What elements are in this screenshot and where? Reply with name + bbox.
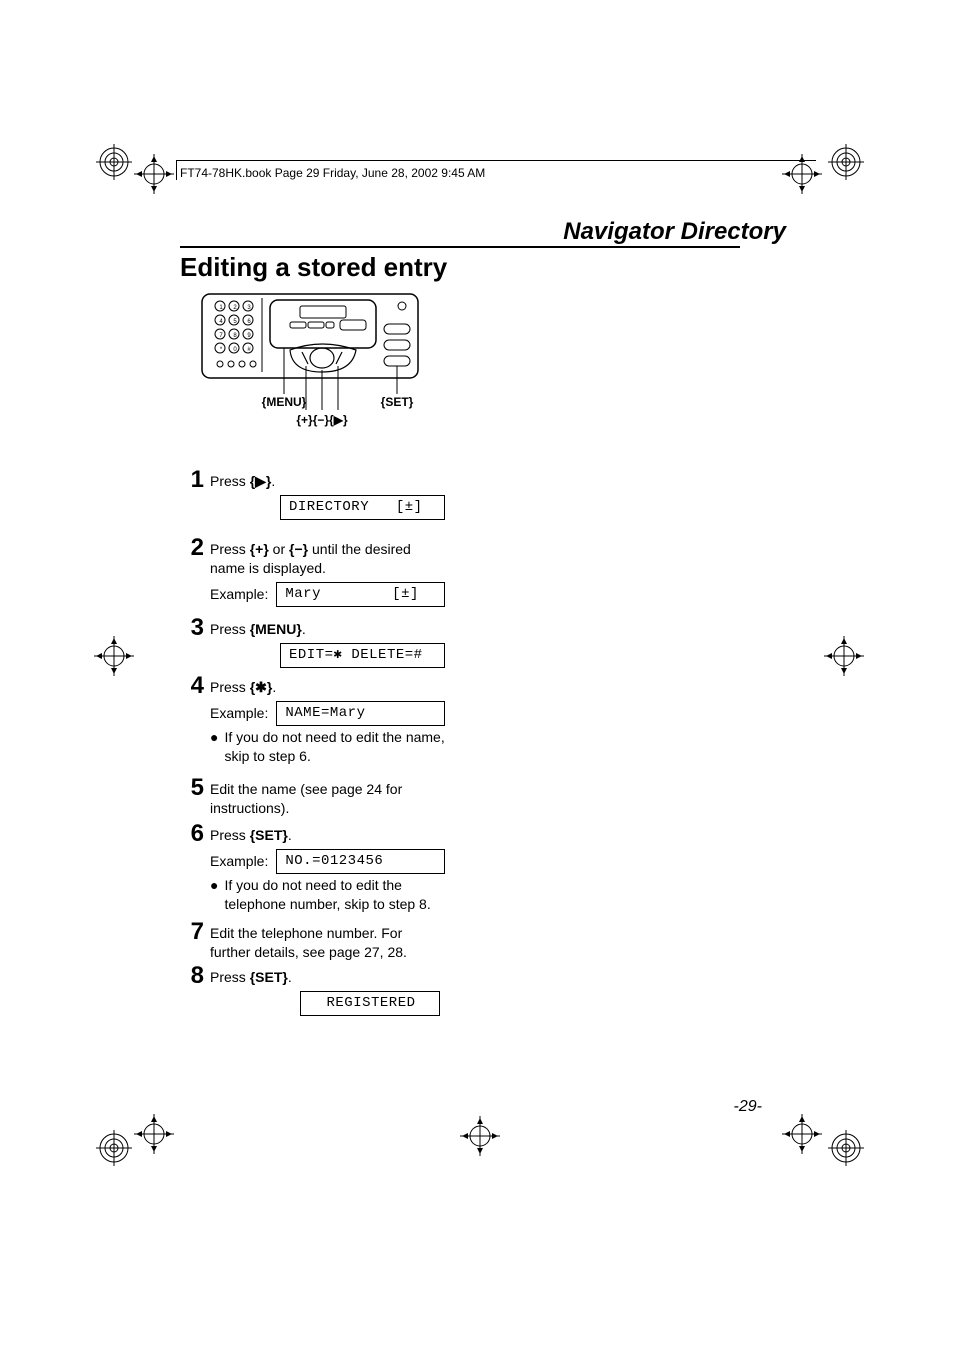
step-3-text: Press {MENU}.: [210, 620, 445, 639]
registration-crosshair-icon: [778, 150, 826, 198]
step-5-text: Edit the name (see page 24 for instructi…: [210, 780, 445, 818]
registration-crosshair-icon: [456, 1112, 504, 1160]
example-label: Example:: [210, 704, 268, 723]
section-title: Navigator Directory: [563, 218, 786, 246]
step-number: 2: [180, 534, 204, 562]
step-number: 8: [180, 962, 204, 990]
step-4-text: Press {✱}.: [210, 678, 445, 697]
lcd-display: DIRECTORY [±]: [280, 495, 445, 520]
registration-ring-icon: [96, 1130, 132, 1166]
header-line: FT74-78HK.book Page 29 Friday, June 28, …: [180, 166, 485, 180]
registration-ring-icon: [96, 144, 132, 180]
svg-text:{+}{−}{▶}: {+}{−}{▶}: [296, 413, 348, 427]
registration-ring-icon: [828, 144, 864, 180]
step-number: 3: [180, 614, 204, 642]
registration-crosshair-icon: [90, 632, 138, 680]
lcd-display: Mary [±]: [276, 582, 445, 607]
svg-text:{MENU}: {MENU}: [262, 395, 307, 409]
registration-crosshair-icon: [130, 150, 178, 198]
step-number: 5: [180, 774, 204, 802]
step-1-text: Press {▶}.: [210, 472, 445, 491]
step-6-text: Press {SET}.: [210, 826, 445, 845]
lcd-display: NAME=Mary: [276, 701, 445, 726]
section-title-underline: [180, 246, 740, 248]
lcd-display: EDIT=✱ DELETE=#: [280, 643, 445, 668]
step-8-text: Press {SET}.: [210, 968, 445, 987]
registration-crosshair-icon: [778, 1110, 826, 1158]
step-number: 6: [180, 820, 204, 848]
frame-left-rule: [176, 160, 177, 180]
step-6-bullet: ●If you do not need to edit the telephon…: [210, 876, 445, 914]
device-illustration: 123 456 789 *0#: [200, 290, 420, 435]
page-title: Editing a stored entry: [180, 252, 447, 283]
step-number: 4: [180, 672, 204, 700]
frame-top-rule: [176, 160, 816, 161]
page-number: -29-: [734, 1098, 762, 1116]
step-number: 1: [180, 466, 204, 494]
example-label: Example:: [210, 852, 268, 871]
registration-crosshair-icon: [820, 632, 868, 680]
step-number: 7: [180, 918, 204, 946]
example-label: Example:: [210, 585, 268, 604]
lcd-display: NO.=0123456: [276, 849, 445, 874]
step-4-bullet: ●If you do not need to edit the name, sk…: [210, 728, 445, 766]
registration-ring-icon: [828, 1130, 864, 1166]
step-2-text: Press {+} or {−} until the desired name …: [210, 540, 445, 578]
lcd-display: REGISTERED: [300, 991, 440, 1016]
step-7-text: Edit the telephone number. For further d…: [210, 924, 445, 962]
svg-text:{SET}: {SET}: [381, 395, 414, 409]
registration-crosshair-icon: [130, 1110, 178, 1158]
